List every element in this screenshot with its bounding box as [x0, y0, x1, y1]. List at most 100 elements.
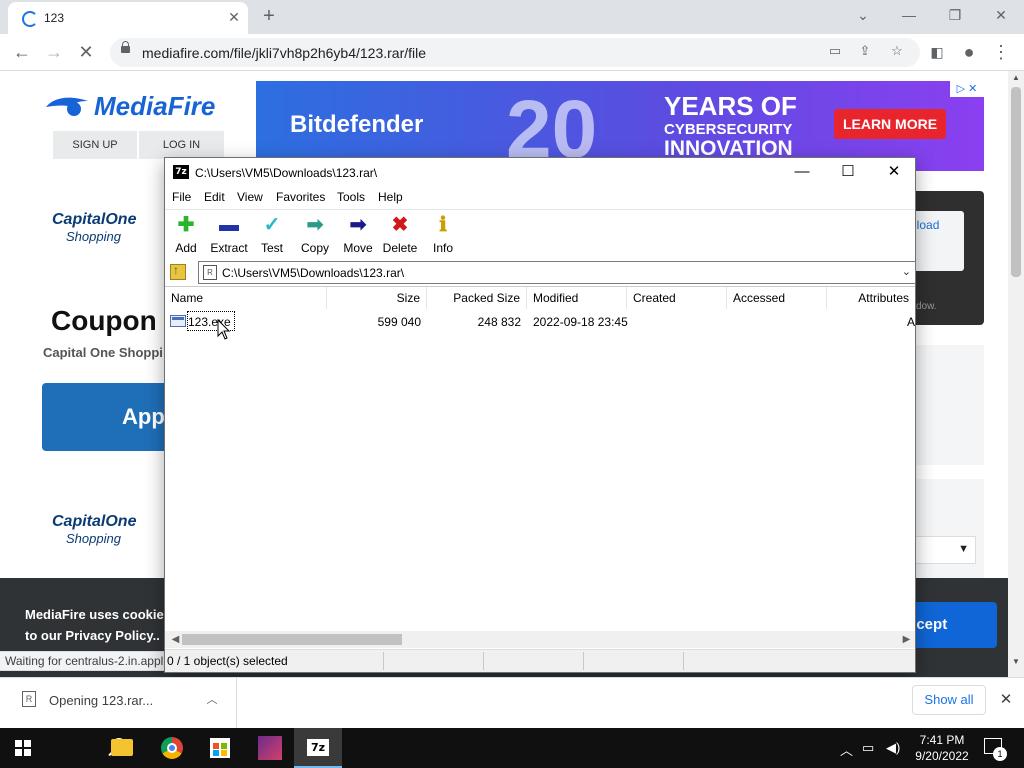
archive-icon: R	[203, 265, 217, 280]
scroll-thumb[interactable]	[1011, 87, 1021, 277]
sevenzip-maximize-button[interactable]: ☐	[825, 158, 871, 186]
chevron-up-icon[interactable]: ︿	[204, 691, 220, 707]
bookmark-star-icon[interactable]: ☆	[888, 43, 906, 61]
forward-arrow-icon[interactable]: →	[41, 40, 67, 66]
chevron-down-icon[interactable]: ⌄	[902, 265, 911, 278]
url-text[interactable]: mediafire.com/file/jkli7vh8p2h6yb4/123.r…	[142, 45, 426, 61]
test-icon: ✓	[263, 214, 281, 236]
sign-up-button[interactable]: SIGN UP	[53, 131, 137, 159]
store-taskbar-button[interactable]	[196, 728, 244, 768]
status-divider	[583, 652, 584, 670]
browser-tab[interactable]: 123 ✕	[8, 2, 248, 34]
info-icon: ℹ	[439, 214, 447, 236]
download-button[interactable]: nload	[910, 211, 964, 271]
clock-time: 7:41 PM	[919, 733, 965, 747]
sevenzip-taskbar-button[interactable]: 7z	[294, 728, 342, 768]
info-label: Info	[432, 241, 453, 255]
side-panel-icon[interactable]: ◧	[924, 40, 950, 66]
new-tab-button[interactable]: +	[258, 6, 280, 28]
share-icon[interactable]: ⇪	[856, 43, 874, 61]
cookie-line-1: MediaFire uses cookies	[25, 607, 171, 622]
capital-one-shopping-logo[interactable]: CapitalOne Shopping	[52, 211, 142, 244]
menu-help[interactable]: Help	[378, 190, 403, 204]
ad-learn-more-button[interactable]: LEARN MORE	[834, 109, 946, 139]
scroll-right-arrow-icon[interactable]: ▶	[898, 631, 915, 648]
lock-icon[interactable]	[121, 41, 130, 53]
column-accessed[interactable]: Accessed	[727, 287, 827, 309]
sidebar-card	[910, 345, 984, 465]
rar-file-icon: R	[22, 691, 36, 707]
horizontal-scroll-thumb[interactable]	[182, 634, 402, 645]
sevenzip-horizontal-scrollbar[interactable]: ◀ ▶	[165, 631, 915, 648]
minimize-button[interactable]: —	[886, 4, 932, 28]
adchoices-icon[interactable]: ▷ ✕	[950, 81, 984, 97]
scroll-up-arrow-icon[interactable]: ▲	[1012, 73, 1020, 82]
sevenzip-file-list[interactable]: Name Size Packed Size Modified Created A…	[165, 286, 915, 631]
column-size[interactable]: Size	[327, 287, 427, 309]
column-attributes[interactable]: Attributes	[827, 287, 915, 309]
menu-view[interactable]: View	[237, 190, 263, 204]
move-button[interactable]: ➡ Move	[336, 212, 380, 256]
selection-status: 0 / 1 object(s) selected	[167, 654, 288, 668]
stop-loading-icon[interactable]: ✕	[73, 40, 99, 66]
copy-icon: ➡	[306, 214, 324, 236]
sidebar-select[interactable]: ▼	[910, 536, 976, 564]
menu-edit[interactable]: Edit	[204, 190, 225, 204]
show-all-button[interactable]: Show all	[912, 685, 986, 715]
sevenzip-statusbar: 0 / 1 object(s) selected	[165, 649, 915, 672]
info-button[interactable]: ℹ Info	[421, 212, 465, 256]
volume-icon[interactable]: ◀)	[886, 740, 900, 756]
sevenzip-minimize-button[interactable]: —	[779, 158, 825, 186]
column-created[interactable]: Created	[627, 287, 727, 309]
sevenzip-titlebar[interactable]: 7z C:\Users\VM5\Downloads\123.rar\ — ☐ ✕	[165, 158, 915, 188]
extract-button[interactable]: ▬ Extract	[207, 212, 251, 256]
capital-one-name: CapitalOne	[52, 211, 137, 228]
menu-favorites[interactable]: Favorites	[276, 190, 325, 204]
address-bar[interactable]: mediafire.com/file/jkli7vh8p2h6yb4/123.r…	[110, 38, 920, 67]
network-icon[interactable]: ▭	[862, 740, 874, 756]
folder-up-icon[interactable]	[170, 263, 186, 280]
column-packed-size[interactable]: Packed Size	[427, 287, 527, 309]
chrome-taskbar-button[interactable]	[148, 728, 196, 768]
back-arrow-icon[interactable]: ←	[9, 40, 35, 66]
menu-kebab-icon[interactable]: ⋮	[988, 40, 1014, 66]
popup-blocked-icon[interactable]: ▭	[826, 43, 844, 61]
game-app-taskbar-button[interactable]	[246, 728, 294, 768]
copy-button[interactable]: ➡ Copy	[293, 212, 337, 256]
mediafire-logo[interactable]: MediaFire	[94, 91, 215, 122]
capital-one-sub: Shopping	[66, 229, 121, 244]
restore-button[interactable]: ❐	[932, 4, 978, 28]
sevenzip-close-button[interactable]: ✕	[871, 158, 917, 186]
download-item-label[interactable]: Opening 123.rar...	[49, 693, 153, 708]
delete-icon: ✖	[391, 214, 409, 236]
close-button[interactable]: ✕	[978, 4, 1024, 28]
tray-chevron-up-icon[interactable]: ︿	[840, 740, 853, 759]
sevenzip-window: 7z C:\Users\VM5\Downloads\123.rar\ — ☐ ✕…	[164, 157, 916, 673]
menu-tools[interactable]: Tools	[337, 190, 365, 204]
cell-attributes: A	[906, 315, 915, 329]
scroll-down-arrow-icon[interactable]: ▼	[1012, 657, 1020, 666]
menu-file[interactable]: File	[172, 190, 191, 204]
search-button[interactable]	[48, 728, 126, 768]
start-button[interactable]	[0, 728, 48, 768]
sevenzip-address-text[interactable]: C:\Users\VM5\Downloads\123.rar\	[222, 266, 404, 280]
file-explorer-taskbar-button[interactable]	[98, 728, 146, 768]
cookie-line-2[interactable]: to our Privacy Policy..	[25, 625, 171, 646]
store-icon	[210, 738, 230, 758]
add-button[interactable]: ✚ Add	[164, 212, 208, 256]
log-in-button[interactable]: LOG IN	[139, 131, 224, 159]
loading-spinner-icon	[22, 11, 38, 27]
notification-center-icon[interactable]: 1	[984, 738, 1007, 761]
test-button[interactable]: ✓ Test	[250, 212, 294, 256]
capital-one-shopping-logo-2[interactable]: CapitalOne Shopping	[52, 513, 142, 546]
column-name[interactable]: Name	[165, 287, 327, 309]
tab-close-icon[interactable]: ✕	[226, 9, 242, 25]
tab-search-chevron-icon[interactable]: ⌄	[840, 4, 886, 28]
delete-button[interactable]: ✖ Delete	[378, 212, 422, 256]
column-modified[interactable]: Modified	[527, 287, 627, 309]
profile-avatar-icon[interactable]: ●	[956, 40, 982, 66]
shelf-close-icon[interactable]: ✕	[996, 690, 1016, 710]
clock[interactable]: 7:41 PM 9/20/2022	[912, 732, 972, 764]
sevenzip-address-combo[interactable]: R C:\Users\VM5\Downloads\123.rar\ ⌄	[198, 261, 916, 284]
page-scrollbar[interactable]: ▲ ▼	[1008, 71, 1024, 677]
